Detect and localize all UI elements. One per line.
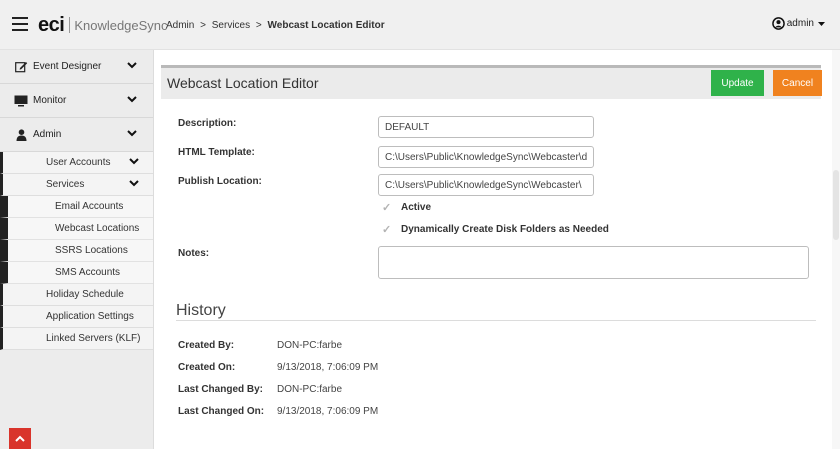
sidebar-item-label: Admin: [33, 129, 62, 140]
cancel-button[interactable]: Cancel: [773, 70, 822, 96]
sidebar-item-label: Event Designer: [33, 61, 102, 72]
last-changed-on-label: Last Changed On:: [178, 406, 265, 417]
app-logo: eci KnowledgeSync: [38, 14, 168, 36]
create-folders-label: Dynamically Create Disk Folders as Neede…: [401, 224, 609, 235]
publish-location-label: Publish Location:: [178, 176, 262, 187]
monitor-icon: [14, 95, 28, 107]
scrollbar-thumb[interactable]: [833, 170, 839, 240]
page-title: Webcast Location Editor: [167, 75, 319, 91]
services-submenu: Email Accounts Webcast Locations SSRS Lo…: [0, 196, 153, 284]
vertical-scrollbar[interactable]: [832, 50, 840, 449]
sidebar-item-event-designer[interactable]: Event Designer: [0, 50, 153, 84]
main-content: Webcast Location Editor Update Cancel De…: [154, 50, 840, 449]
sidebar-item-label: Services: [46, 179, 85, 190]
history-divider: [176, 320, 816, 321]
created-by-value: DON-PC:farbe: [277, 340, 343, 351]
logo-eci: eci: [38, 13, 65, 36]
update-button[interactable]: Update: [711, 70, 764, 96]
edit-icon: [14, 61, 28, 73]
user-icon: [14, 128, 28, 141]
panel-header: Webcast Location Editor Update Cancel: [161, 65, 822, 99]
breadcrumb-current: Webcast Location Editor: [267, 20, 385, 31]
logo-product-name: KnowledgeSync: [74, 17, 168, 33]
breadcrumb-separator: >: [200, 20, 206, 31]
chevron-down-icon: [129, 158, 139, 165]
chevron-down-icon: [127, 130, 137, 137]
created-on-label: Created On:: [178, 362, 236, 373]
sidebar-item-ssrs-locations[interactable]: SSRS Locations: [0, 240, 153, 262]
active-label: Active: [401, 202, 432, 213]
checkmark-icon: ✓: [382, 202, 392, 214]
breadcrumb: Admin > Services > Webcast Location Edit…: [166, 20, 385, 31]
sidebar-item-user-accounts[interactable]: User Accounts: [0, 152, 153, 174]
created-by-label: Created By:: [178, 340, 235, 351]
sidebar-item-label: Application Settings: [46, 311, 134, 322]
top-bar: eci KnowledgeSync Admin > Services > Web…: [0, 0, 840, 50]
logo-divider: [69, 17, 71, 33]
sidebar-item-services[interactable]: Services: [0, 174, 153, 196]
last-changed-by-value: DON-PC:farbe: [277, 384, 343, 395]
create-folders-checkbox[interactable]: ✓ Dynamically Create Disk Folders as Nee…: [382, 223, 609, 236]
chevron-down-icon: [127, 62, 137, 69]
sidebar-item-label: SMS Accounts: [55, 267, 121, 278]
last-changed-by-label: Last Changed By:: [178, 384, 264, 395]
user-name: admin: [786, 18, 814, 29]
caret-down-icon: [818, 21, 825, 26]
sidebar-item-sms-accounts[interactable]: SMS Accounts: [0, 262, 153, 284]
scroll-to-top-button[interactable]: [9, 428, 31, 449]
notes-field[interactable]: [378, 246, 809, 279]
sidebar-item-email-accounts[interactable]: Email Accounts: [0, 196, 153, 218]
user-menu[interactable]: admin: [771, 17, 828, 30]
sidebar-item-application-settings[interactable]: Application Settings: [0, 306, 153, 328]
sidebar-item-label: User Accounts: [46, 157, 111, 168]
created-on-value: 9/13/2018, 7:06:09 PM: [277, 362, 379, 373]
chevron-up-icon: [15, 435, 25, 442]
admin-submenu: User Accounts Services Email Accounts We…: [0, 152, 153, 350]
publish-location-field[interactable]: [378, 174, 594, 196]
sidebar-item-label: Linked Servers (KLF): [46, 333, 141, 344]
sidebar: Event Designer Monitor Admin User Accoun…: [0, 50, 154, 449]
sidebar-item-webcast-locations[interactable]: Webcast Locations: [0, 218, 153, 240]
notes-label: Notes:: [178, 248, 210, 259]
sidebar-item-label: Holiday Schedule: [46, 289, 124, 300]
last-changed-on-value: 9/13/2018, 7:06:09 PM: [277, 406, 379, 417]
breadcrumb-separator: >: [255, 20, 262, 31]
html-template-field[interactable]: [378, 146, 594, 168]
breadcrumb-admin[interactable]: Admin: [166, 20, 194, 31]
sidebar-item-admin[interactable]: Admin: [0, 118, 153, 152]
sidebar-item-linked-servers[interactable]: Linked Servers (KLF): [0, 328, 153, 350]
description-label: Description:: [178, 118, 237, 129]
html-template-label: HTML Template:: [178, 147, 255, 158]
hamburger-menu-icon[interactable]: [12, 17, 28, 31]
sidebar-item-holiday-schedule[interactable]: Holiday Schedule: [0, 284, 153, 306]
checkmark-icon: ✓: [382, 224, 392, 236]
history-heading: History: [176, 302, 226, 319]
active-checkbox[interactable]: ✓ Active: [382, 201, 431, 214]
sidebar-item-label: Monitor: [33, 95, 67, 106]
sidebar-item-monitor[interactable]: Monitor: [0, 84, 153, 118]
sidebar-item-label: SSRS Locations: [55, 245, 128, 256]
chevron-down-icon: [129, 180, 139, 187]
user-circle-icon: [771, 17, 785, 30]
chevron-down-icon: [127, 96, 137, 103]
sidebar-item-label: Email Accounts: [55, 201, 124, 212]
sidebar-item-label: Webcast Locations: [55, 223, 140, 234]
breadcrumb-services[interactable]: Services: [212, 20, 250, 31]
description-field[interactable]: [378, 116, 594, 138]
